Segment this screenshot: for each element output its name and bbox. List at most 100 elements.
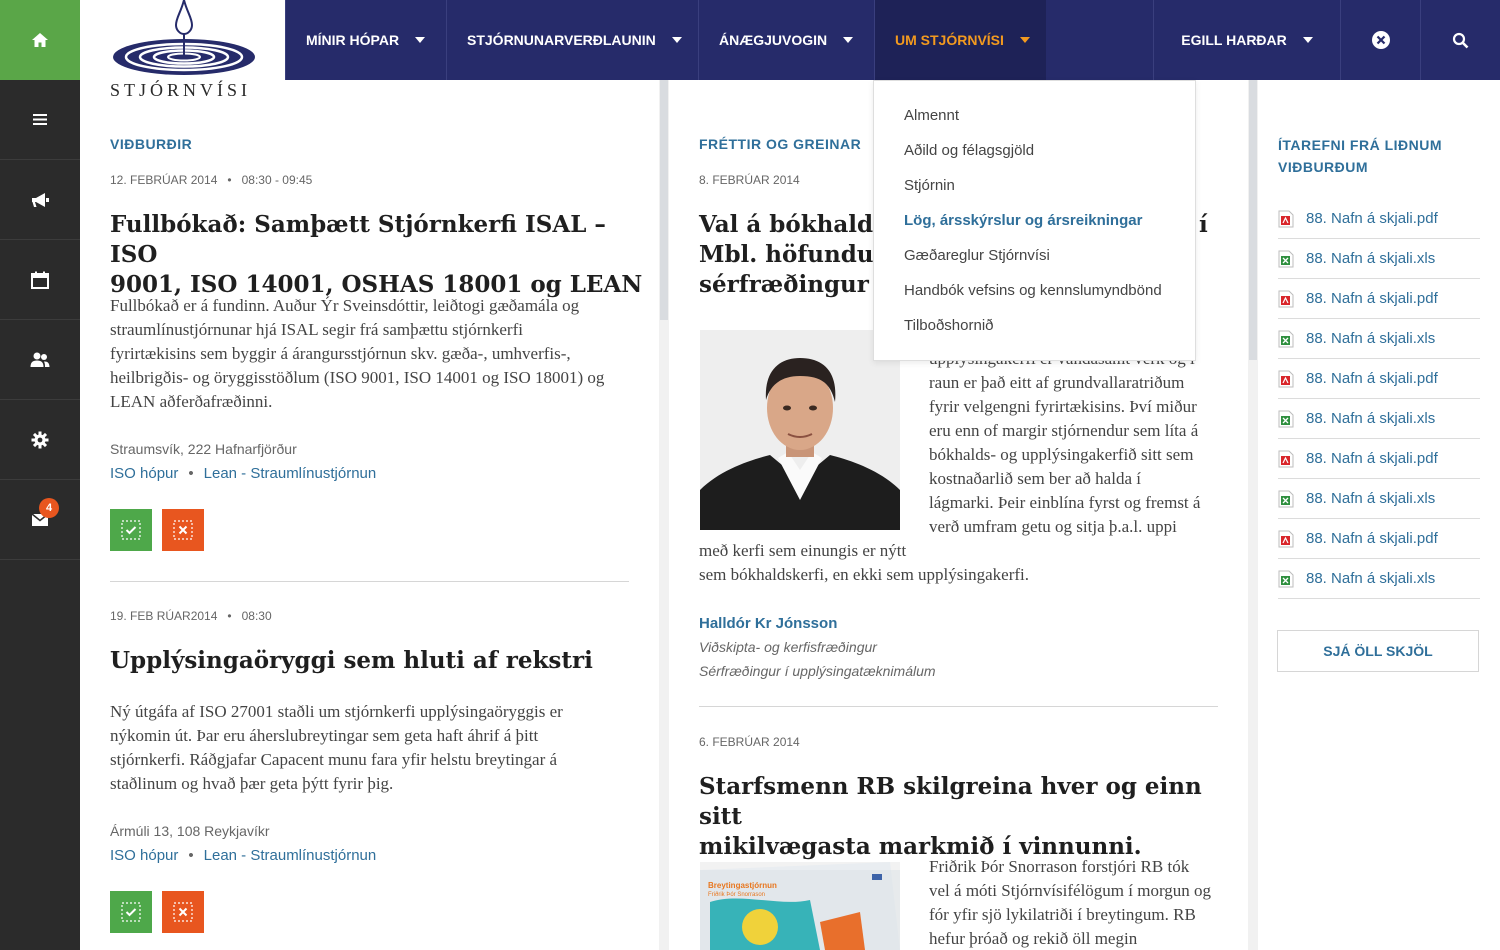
text-line: bókhalds- og upplýsingakerfið sitt sem [929,445,1194,464]
sidebar-announcements[interactable] [0,160,80,240]
dropdown-item[interactable]: Aðild og félagsgjöld [904,142,1034,159]
event-headline[interactable]: Fullbókað: Samþætt Stjórnkerfi ISAL – IS… [110,210,650,300]
attend-button[interactable] [110,891,152,933]
dropdown-item[interactable]: Stjórnin [904,177,955,194]
event-headline[interactable]: Upplýsingaöryggi sem hluti af rekstri [110,646,650,676]
nav-my-groups[interactable]: MÍNIR HÓPAR [285,0,446,80]
files-title-line: VIÐBURÐUM [1278,159,1369,175]
check-icon [121,902,141,922]
file-name: 88. Nafn á skjali.xls [1306,490,1436,507]
search-icon [1452,32,1469,48]
file-name: 88. Nafn á skjali.pdf [1306,530,1438,547]
tag-link[interactable]: ISO hópur [110,847,178,864]
text-line: straumlínustjórnunar hjá ISAL segir frá … [110,320,523,339]
close-button[interactable] [1340,0,1420,80]
sidebar-menu[interactable] [0,80,80,160]
headline-line: sérfræðingur í [699,271,886,298]
tag-link[interactable]: ISO hópur [110,465,178,482]
news-title: FRÉTTIR OG GREINAR [699,136,862,152]
excel-file-icon [1278,490,1294,507]
image-caption: Friðrik Þór Snorrason [708,891,765,898]
attend-button[interactable] [110,509,152,551]
pdf-file-icon [1278,290,1294,307]
nav-satisfaction-scale-label: ÁNÆGJUVOGIN [719,32,828,48]
dropdown-item[interactable]: Almennt [904,107,959,124]
file-row[interactable]: 88. Nafn á skjali.xls [1278,399,1480,439]
pdf-file-icon [1278,450,1294,467]
tag-link[interactable]: Lean - Straumlínustjórnun [204,465,377,482]
about-dropdown-menu: Almennt Aðild og félagsgjöld Stjórnin Lö… [873,80,1196,361]
text-line: fyrirtækisins sem byggir á árangursstjór… [110,344,571,363]
sidebar-mail[interactable]: 4 [0,480,80,560]
megaphone-icon [32,192,49,207]
user-menu[interactable]: EGILL HARÐAR [1153,0,1340,80]
author-link[interactable]: Halldór Kr Jónsson [699,615,837,632]
tag-separator: • [188,847,194,864]
dropdown-item[interactable]: Gæðareglur Stjórnvísi [904,247,1050,264]
author-role: Sérfræðingur í upplýsingatæknimálum [699,663,936,679]
scrollbar[interactable] [1249,80,1257,360]
calendar-icon [31,271,49,289]
file-row[interactable]: 88. Nafn á skjali.pdf [1278,359,1480,399]
files-title-line: ÍTAREFNI FRÁ LIÐNUM [1278,137,1442,153]
top-navigation: MÍNIR HÓPAR STJÓRNUNARVERÐLAUNIN ÁNÆGJUV… [285,0,1500,80]
pdf-file-icon [1278,210,1294,227]
text-line: heilbrigðis- og öryggisstöðlum (ISO 9001… [110,368,605,387]
event-date: 19. FEB RÚAR2014 [110,609,218,623]
file-row[interactable]: 88. Nafn á skjali.pdf [1278,519,1480,559]
file-name: 88. Nafn á skjali.pdf [1306,210,1438,227]
file-row[interactable]: 88. Nafn á skjali.xls [1278,559,1480,599]
file-row[interactable]: 88. Nafn á skjali.xls [1278,239,1480,279]
news-headline[interactable]: Starfsmenn RB skilgreina hver og einn si… [699,772,1229,862]
nav-management-awards[interactable]: STJÓRNUNARVERÐLAUNIN [446,0,698,80]
file-row[interactable]: 88. Nafn á skjali.xls [1278,479,1480,519]
divider [699,706,1218,707]
decline-button[interactable] [162,509,204,551]
text-line: LEAN aðferðafræðinni. [110,392,273,411]
pdf-file-icon [1278,530,1294,547]
file-row[interactable]: 88. Nafn á skjali.pdf [1278,199,1480,239]
file-row[interactable]: 88. Nafn á skjali.xls [1278,319,1480,359]
chevron-down-icon [843,37,854,43]
chevron-down-icon [415,37,426,43]
text-line: með kerfi sem einungis er nýtt [699,541,907,560]
news-headline[interactable]: Val á bókhalds Mbl. höfundur sérfræðingu… [699,210,886,300]
nav-satisfaction-scale[interactable]: ÁNÆGJUVOGIN [698,0,874,80]
text-line: hefur þróað og rekið öll megin [929,929,1138,948]
dropdown-item[interactable]: Handbók vefsins og kennslumyndbönd [904,282,1162,299]
tag-link[interactable]: Lean - Straumlínustjórnun [204,847,377,864]
excel-file-icon [1278,330,1294,347]
file-row[interactable]: 88. Nafn á skjali.pdf [1278,279,1480,319]
close-icon [173,902,193,922]
logo[interactable]: STJÓRNVÍSI [80,0,285,105]
see-all-files-button[interactable]: SJÁ ÖLL SKJÖL [1277,630,1479,672]
search-button[interactable] [1420,0,1500,80]
text-line: verð umfram getu og sitja þ.a.l. uppi [929,517,1177,536]
headline-line: Upplýsingaöryggi sem hluti af rekstri [110,647,593,674]
dropdown-item[interactable]: Tilboðshornið [904,317,994,334]
dropdown-item-active[interactable]: Lög, ársskýrslur og ársreikningar [904,212,1142,229]
file-row[interactable]: 88. Nafn á skjali.pdf [1278,439,1480,479]
portrait-image [700,330,900,530]
decline-button[interactable] [162,891,204,933]
text-line: fór yfir sjö lykilatriði í breytingum. R… [929,905,1196,924]
nav-about[interactable]: UM STJÓRNVÍSI [874,0,1046,80]
logo-mark-icon [113,0,255,75]
event-location: Straumsvík, 222 Hafnarfjörður [110,441,297,457]
check-icon [121,520,141,540]
news-headline-fragment: í [1199,211,1208,238]
sidebar-home[interactable] [0,0,80,80]
excel-file-icon [1278,250,1294,267]
text-line: lágmarki. Þeir einblína fyrst og fremst … [929,493,1201,512]
sidebar-groups[interactable] [0,320,80,400]
scrollbar[interactable] [660,80,668,320]
sidebar-calendar[interactable] [0,240,80,320]
tag-separator: • [188,465,194,482]
pdf-file-icon [1278,370,1294,387]
file-name: 88. Nafn á skjali.pdf [1306,370,1438,387]
divider [110,581,629,582]
news-body-continued: með kerfi sem einungis er nýtt sem bókha… [699,539,1219,587]
text-line: staðlinum og hvað þær geta þýtt fyrir þi… [110,774,394,793]
author-role: Viðskipta- og kerfisfræðingur [699,639,877,655]
sidebar-settings[interactable] [0,400,80,480]
